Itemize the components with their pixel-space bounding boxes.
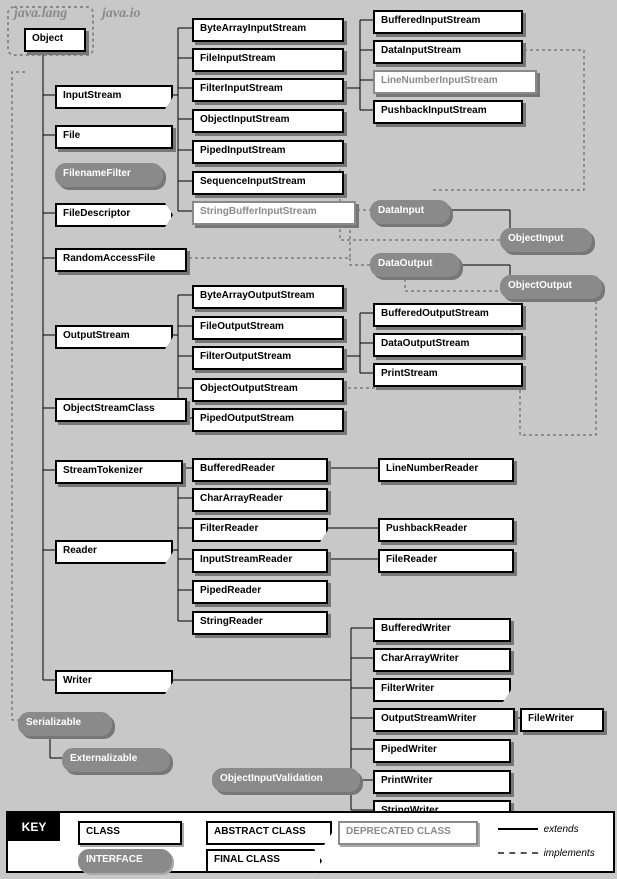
datainput: DataInput: [370, 200, 450, 224]
legend-interface: INTERFACE: [78, 849, 172, 873]
pushbackreader: PushbackReader: [378, 518, 514, 542]
chararraywriter: CharArrayWriter: [373, 648, 511, 672]
legend-extends: extends: [544, 824, 579, 835]
dataoutputstream: DataOutputStream: [373, 333, 523, 357]
bytearrayinputstream: ByteArrayInputStream: [192, 18, 344, 42]
bufferedoutputstream: BufferedOutputStream: [373, 303, 523, 327]
bufferedwriter: BufferedWriter: [373, 618, 511, 642]
objectoutputstream: ObjectOutputStream: [192, 378, 344, 402]
key-header: KEY: [8, 813, 60, 841]
inputstream: InputStream: [55, 85, 173, 109]
externalizable: Externalizable: [62, 748, 170, 772]
fileinputstream: FileInputStream: [192, 48, 344, 72]
file: File: [55, 125, 173, 149]
objectinput: ObjectInput: [500, 228, 592, 252]
bytearrayoutputstream: ByteArrayOutputStream: [192, 285, 344, 309]
legend: KEY CLASS INTERFACE ABSTRACT CLASS FINAL…: [6, 811, 615, 873]
bufferedreader: BufferedReader: [192, 458, 328, 482]
streamtokenizer: StreamTokenizer: [55, 460, 183, 484]
pipedreader: PipedReader: [192, 580, 328, 604]
serializable: Serializable: [18, 712, 112, 736]
outputstream: OutputStream: [55, 325, 173, 349]
chararrayreader: CharArrayReader: [192, 488, 328, 512]
filewriter: FileWriter: [520, 708, 604, 732]
pushbackinputstream: PushbackInputStream: [373, 100, 523, 124]
objectstreamclass: ObjectStreamClass: [55, 398, 187, 422]
legend-implements: implements: [544, 848, 595, 859]
linenumberreader: LineNumberReader: [378, 458, 514, 482]
linenumberinputstream: LineNumberInputStream: [373, 70, 537, 94]
filedescriptor: FileDescriptor: [55, 203, 173, 227]
filenamefilter: FilenameFilter: [55, 163, 163, 187]
printstream: PrintStream: [373, 363, 523, 387]
legend-class: CLASS: [78, 821, 182, 845]
filereader: FileReader: [378, 549, 514, 573]
printwriter: PrintWriter: [373, 770, 511, 794]
bufferedinputstream: BufferedInputStream: [373, 10, 523, 34]
fileoutputstream: FileOutputStream: [192, 316, 344, 340]
writer: Writer: [55, 670, 173, 694]
pkg-java-io: java.io: [102, 6, 141, 22]
legend-final: FINAL CLASS: [206, 849, 322, 873]
pipedoutputstream: PipedOutputStream: [192, 408, 344, 432]
pipedwriter: PipedWriter: [373, 739, 511, 763]
legend-abstract: ABSTRACT CLASS: [206, 821, 332, 845]
legend-deprecated: DEPRECATED CLASS: [338, 821, 478, 845]
objectinputstream: ObjectInputStream: [192, 109, 344, 133]
filteroutputstream: FilterOutputStream: [192, 346, 344, 370]
filterreader: FilterReader: [192, 518, 328, 542]
randomaccessfile: RandomAccessFile: [55, 248, 187, 272]
reader: Reader: [55, 540, 173, 564]
stringreader: StringReader: [192, 611, 328, 635]
inputstreamreader: InputStreamReader: [192, 549, 328, 573]
object: Object: [24, 28, 86, 52]
objectoutput: ObjectOutput: [500, 275, 602, 299]
stringbufferinputstream: StringBufferInputStream: [192, 201, 356, 225]
outputstreamwriter: OutputStreamWriter: [373, 708, 515, 732]
filterwriter: FilterWriter: [373, 678, 511, 702]
dataoutput: DataOutput: [370, 253, 460, 277]
pkg-java-lang: java.lang: [14, 6, 67, 22]
pipedinputstream: PipedInputStream: [192, 140, 344, 164]
datainputstream: DataInputStream: [373, 40, 523, 64]
sequenceinputstream: SequenceInputStream: [192, 171, 344, 195]
filterinputstream: FilterInputStream: [192, 78, 344, 102]
objectinputvalidation: ObjectInputValidation: [212, 768, 360, 792]
